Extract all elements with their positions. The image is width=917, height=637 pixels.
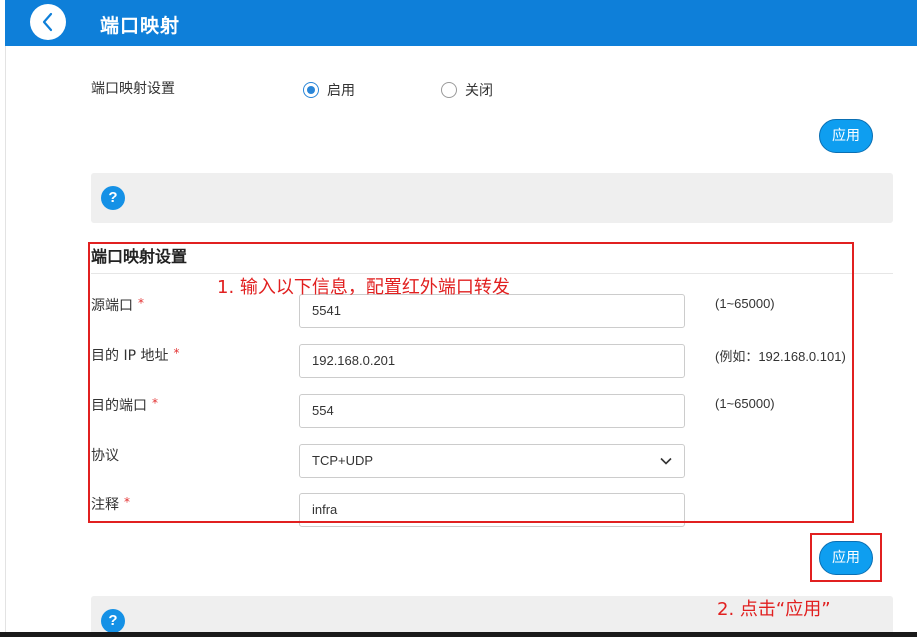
help-panel: ? — [91, 173, 893, 223]
port-mapping-setting-label: 端口映射设置 — [91, 81, 175, 97]
back-button[interactable] — [30, 4, 66, 40]
page-title: 端口映射 — [100, 15, 181, 37]
radio-enable-indicator[interactable] — [303, 82, 319, 98]
radio-disable-indicator[interactable] — [441, 82, 457, 98]
annotation-step2: 2. 点击“应用” — [717, 599, 831, 620]
content-border — [5, 46, 6, 637]
annotation-box-apply — [810, 533, 882, 582]
bottom-edge — [0, 632, 917, 637]
radio-disable[interactable]: 关闭 — [441, 80, 493, 100]
radio-enable-label: 启用 — [327, 83, 355, 99]
help-icon[interactable]: ? — [101, 609, 125, 633]
radio-enable[interactable]: 启用 — [303, 80, 355, 100]
chevron-left-icon — [42, 12, 53, 32]
radio-disable-label: 关闭 — [465, 83, 493, 99]
help-icon[interactable]: ? — [101, 186, 125, 210]
header-bar: 端口映射 — [5, 0, 917, 46]
annotation-step1: 1. 输入以下信息，配置红外端口转发 — [217, 277, 510, 298]
apply-enable-button[interactable]: 应用 — [819, 119, 873, 153]
